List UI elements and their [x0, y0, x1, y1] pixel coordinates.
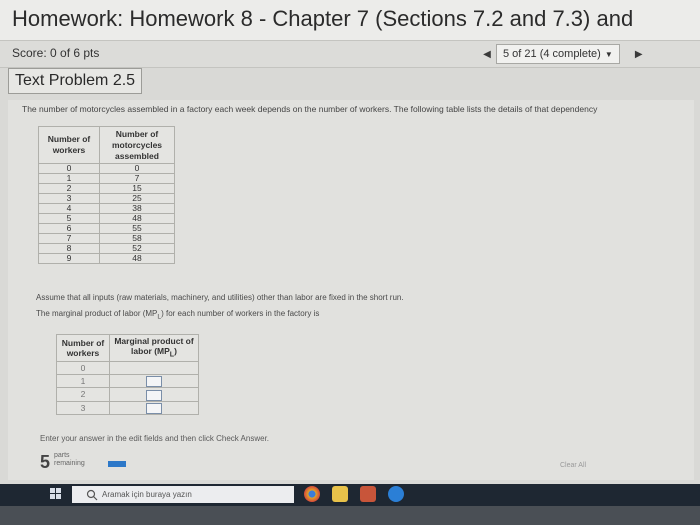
table-row: 5 48: [38, 213, 175, 224]
score-text: Score: 0 of 6 pts: [12, 46, 100, 60]
assumption-text: Assume that all inputs (raw materials, m…: [36, 293, 404, 302]
workers-cell: 9: [38, 253, 100, 264]
table-row: 3: [56, 400, 199, 415]
output-cell: 38: [99, 203, 175, 214]
workers-cell: 8: [38, 243, 100, 254]
production-table: Number of workers Number of motorcycles …: [38, 126, 175, 264]
question-progress-dropdown[interactable]: 5 of 21 (4 complete) ▼: [496, 44, 620, 64]
table-row: 4 38: [38, 203, 175, 214]
output-cell: 7: [99, 173, 175, 184]
clear-all-button[interactable]: Clear All: [560, 462, 586, 469]
workers-cell: 3: [56, 400, 110, 415]
output-cell: 48: [99, 213, 175, 224]
workers-cell: 1: [38, 173, 100, 184]
chrome-icon[interactable]: [304, 486, 320, 502]
output-cell: 55: [99, 223, 175, 234]
chevron-down-icon: ▼: [604, 49, 613, 59]
table-row: 0: [56, 361, 199, 375]
mp-cell: [109, 400, 199, 415]
monitor-bezel: [0, 506, 700, 525]
previous-question-button[interactable]: ◀: [478, 45, 496, 63]
page-title: Homework: Homework 8 - Chapter 7 (Sectio…: [12, 6, 634, 31]
taskbar-search-box[interactable]: Aramak için buraya yazın: [72, 486, 294, 503]
question-navigator: ◀ 5 of 21 (4 complete) ▼ ▶: [478, 44, 648, 64]
table-row: 00: [38, 163, 175, 174]
workers-header: Number of workers: [38, 126, 100, 164]
output-cell: 52: [99, 243, 175, 254]
workers-cell: 0: [38, 163, 100, 174]
output-cell: 25: [99, 193, 175, 204]
instruction-text: Enter your answer in the edit fields and…: [40, 434, 270, 443]
workers-cell: 2: [38, 183, 100, 194]
workers-cell: 7: [38, 233, 100, 244]
table-row: 3 25: [38, 193, 175, 204]
motorcycles-header: Number of motorcycles assembled: [99, 126, 175, 164]
mp-header-end: ): [174, 346, 177, 357]
workers-cell: 6: [38, 223, 100, 234]
next-question-button[interactable]: ▶: [630, 45, 648, 63]
mp-text-end: ) for each number of workers in the fact…: [161, 309, 320, 318]
table-row: 2: [56, 387, 199, 402]
parts-remaining-label: parts remaining: [54, 452, 85, 468]
title-bar: Homework: Homework 8 - Chapter 7 (Sectio…: [0, 0, 700, 40]
workers-cell: 4: [38, 203, 100, 214]
remaining-label: remaining: [54, 460, 85, 467]
mp-cell: [109, 387, 199, 402]
output-cell: 48: [99, 253, 175, 264]
output-cell: 58: [99, 233, 175, 244]
parts-label: parts: [54, 452, 70, 459]
mp-header-line1: Marginal product of: [114, 336, 194, 347]
output-cell: 0: [99, 163, 175, 174]
search-icon: [86, 489, 98, 500]
office-icon[interactable]: [360, 486, 376, 502]
taskbar-pinned-apps: [304, 486, 404, 502]
table-row: 6 55: [38, 223, 175, 234]
table-row: 7 58: [38, 233, 175, 244]
workers-cell: 5: [38, 213, 100, 224]
workers-header: Number of workers: [56, 334, 110, 362]
marginal-product-header: Marginal product of labor (MPL): [109, 334, 199, 362]
table-row: 17: [38, 173, 175, 184]
parts-remaining-count: 5: [40, 452, 51, 472]
workers-cell: 2: [56, 387, 110, 402]
search-placeholder: Aramak için buraya yazın: [102, 490, 192, 499]
mp-text-start: The marginal product of labor (MP: [36, 309, 158, 318]
parts-progress-bar: [108, 461, 126, 467]
score-row: Score: 0 of 6 pts ◀ 5 of 21 (4 complete)…: [0, 40, 700, 68]
problem-title: Text Problem 2.5: [8, 68, 143, 94]
mp-cell-empty: [109, 361, 199, 375]
mp-input-3[interactable]: [146, 402, 162, 414]
edge-icon[interactable]: [388, 486, 404, 502]
marginal-product-table: Number of workers Marginal product of la…: [56, 334, 199, 415]
workers-cell: 0: [56, 361, 110, 375]
table-row: 9 48: [38, 253, 175, 264]
workers-cell: 3: [38, 193, 100, 204]
table-row: 2 15: [38, 183, 175, 194]
progress-text: 5 of 21 (4 complete): [503, 48, 601, 60]
workers-cell: 1: [56, 373, 110, 389]
mp-header-line2: labor (MP: [131, 346, 170, 357]
mp-input-2[interactable]: [146, 389, 162, 401]
table-row: 8 52: [38, 243, 175, 254]
windows-start-icon[interactable]: [50, 488, 62, 500]
problem-intro: The number of motorcycles assembled in a…: [22, 104, 598, 114]
mp-input-1[interactable]: [146, 376, 162, 388]
marginal-product-prompt: The marginal product of labor (MPL) for …: [36, 309, 319, 321]
table-row: 1: [56, 373, 199, 389]
section-header: Text Problem 2.5: [0, 68, 700, 96]
output-cell: 15: [99, 183, 175, 194]
mp-cell: [109, 373, 199, 389]
file-explorer-icon[interactable]: [332, 486, 348, 502]
